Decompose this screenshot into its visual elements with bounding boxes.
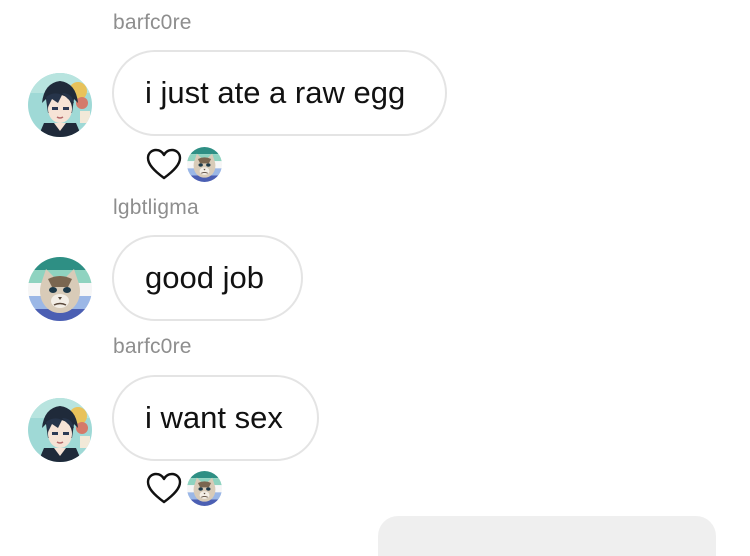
message-bubble[interactable]: i want sex: [112, 375, 319, 461]
message-bubble[interactable]: i just ate a raw egg: [112, 50, 447, 136]
heart-icon[interactable]: [145, 471, 183, 505]
heart-icon[interactable]: [145, 147, 183, 181]
message-text: good job: [145, 260, 264, 295]
message-text: i just ate a raw egg: [145, 75, 406, 110]
anime-boy-avatar-icon[interactable]: [28, 398, 92, 462]
outgoing-message-bubble[interactable]: [378, 516, 716, 556]
grumpy-cat-avatar-icon[interactable]: [28, 257, 92, 321]
reactions-row[interactable]: [145, 468, 222, 508]
grumpy-cat-avatar-icon[interactable]: [187, 471, 222, 506]
reactions-row[interactable]: [145, 144, 222, 184]
username-label[interactable]: barfc0re: [113, 11, 192, 35]
anime-boy-avatar-icon[interactable]: [28, 73, 92, 137]
message-text: i want sex: [145, 400, 283, 435]
username-label[interactable]: lgbtligma: [113, 196, 199, 220]
grumpy-cat-avatar-icon[interactable]: [187, 147, 222, 182]
username-label[interactable]: barfc0re: [113, 335, 192, 359]
message-bubble[interactable]: good job: [112, 235, 303, 321]
